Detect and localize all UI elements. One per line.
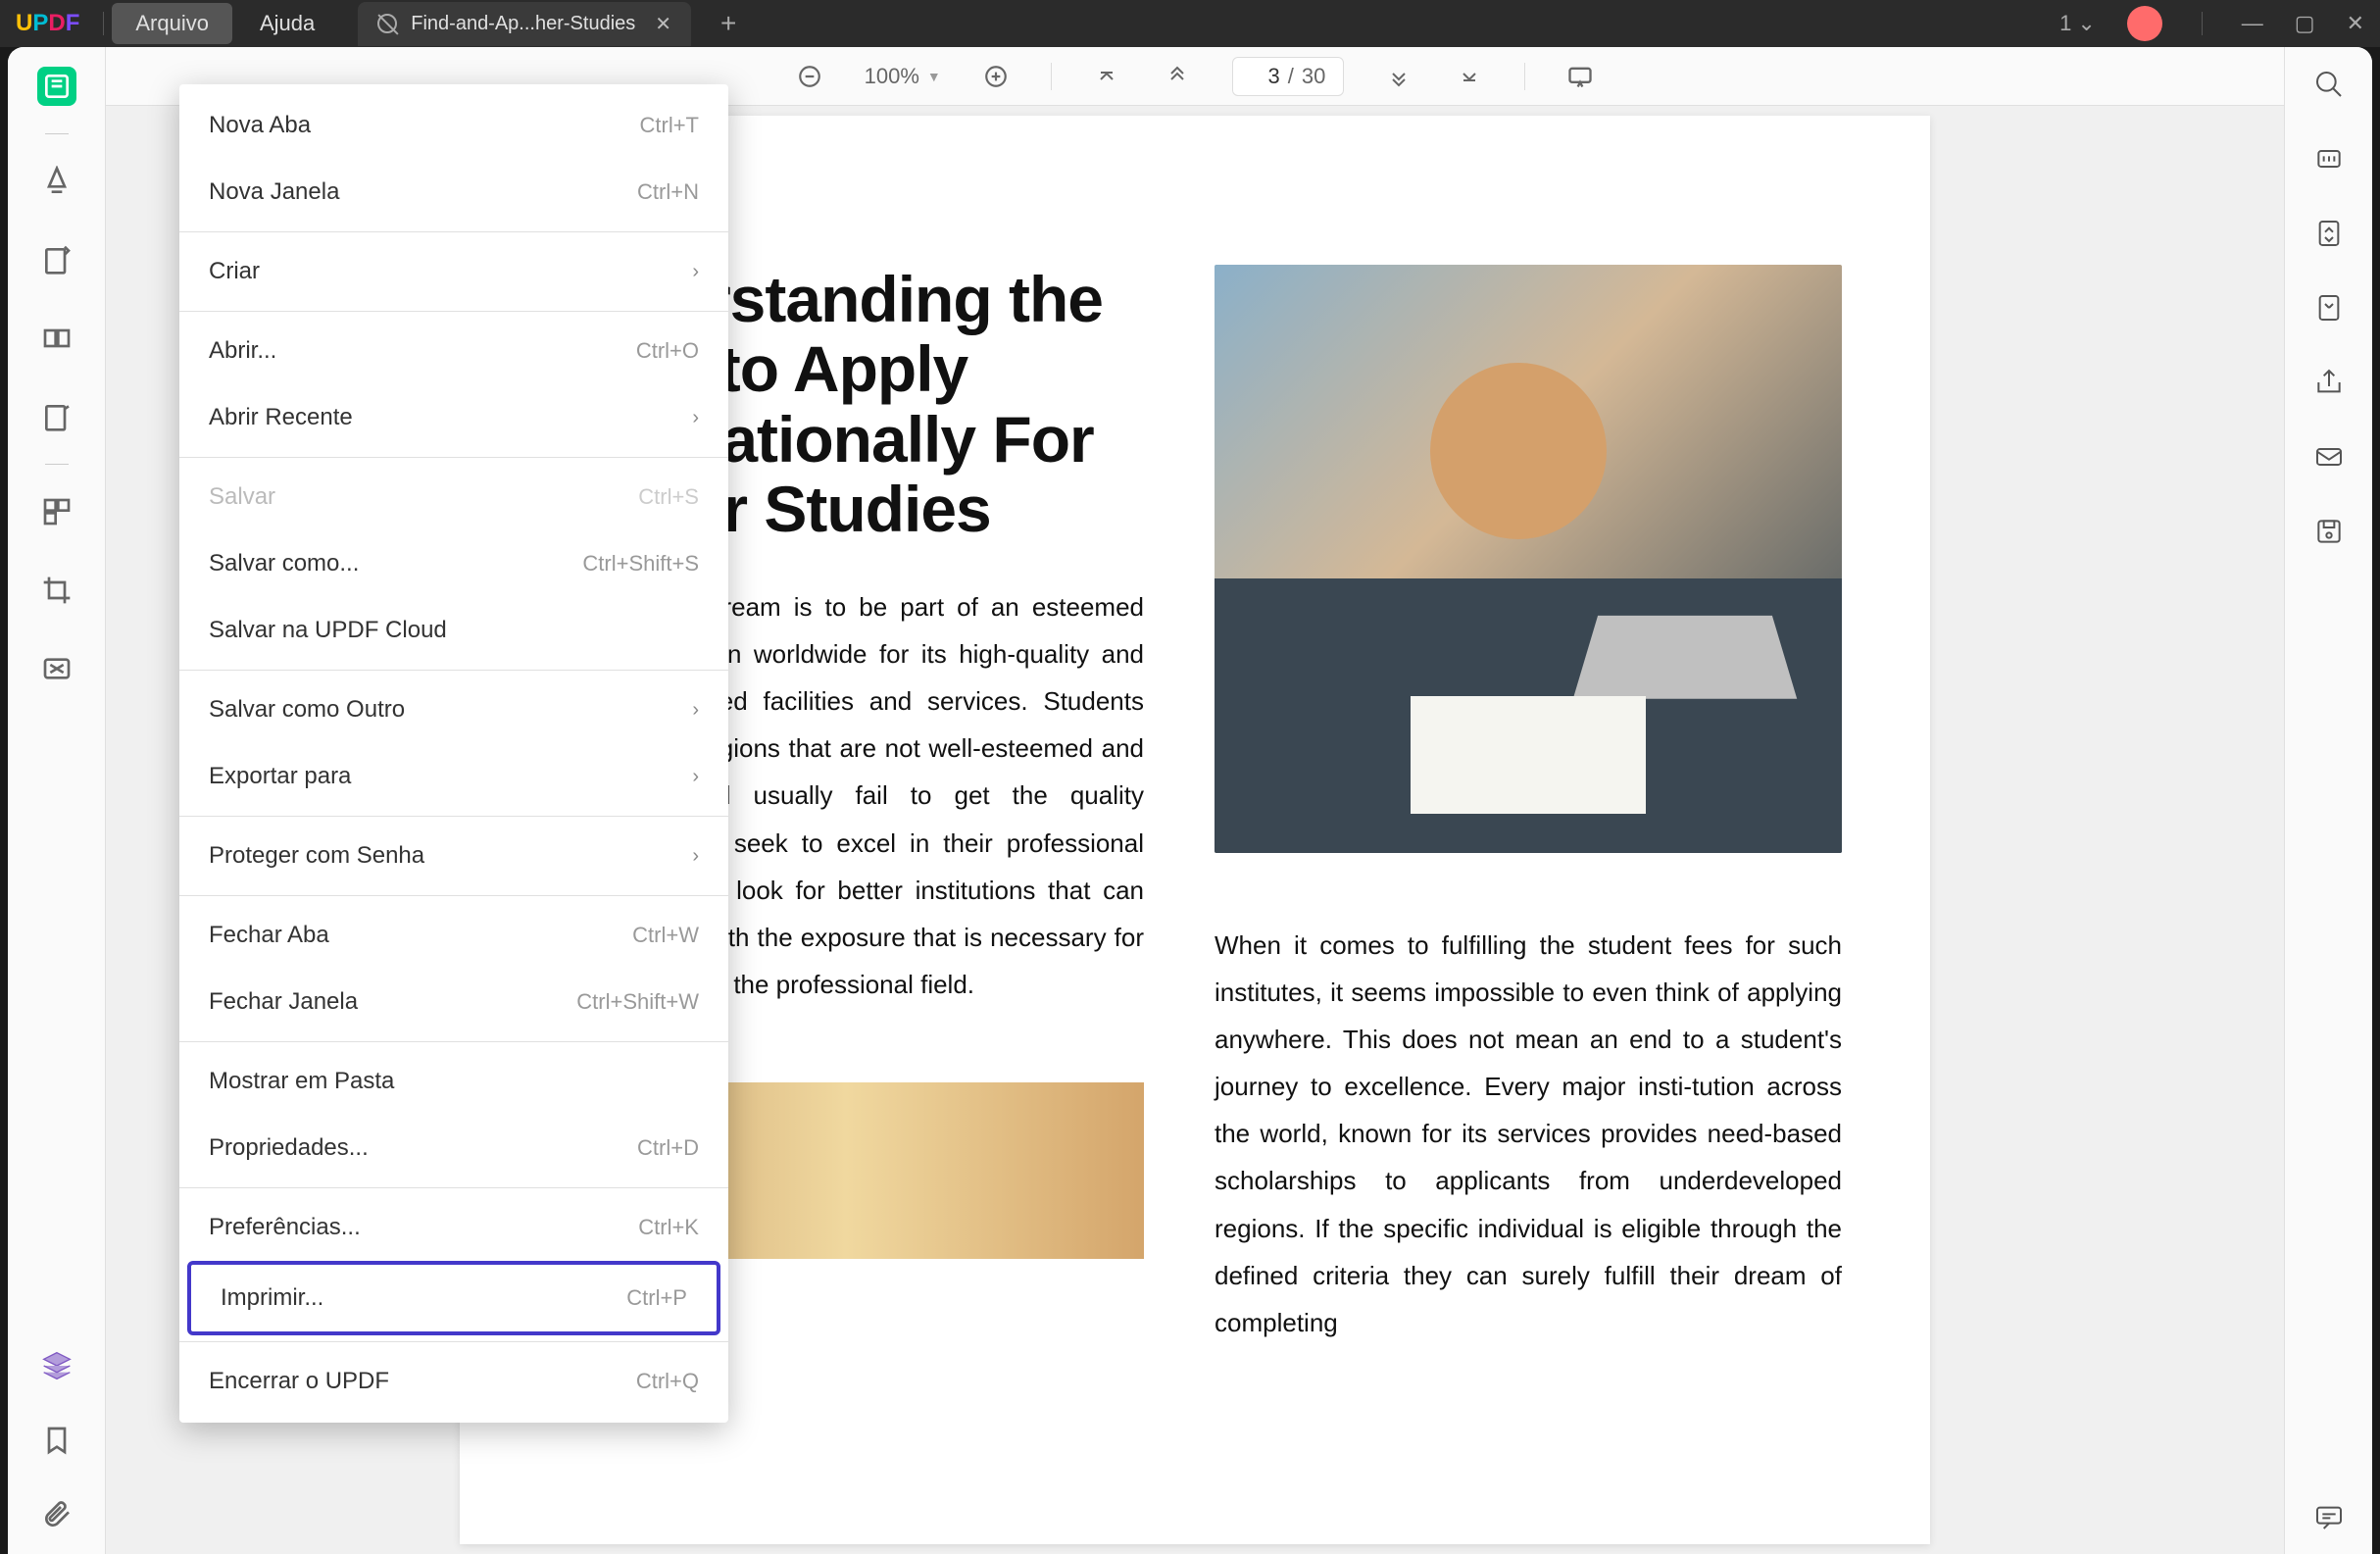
menu-separator (179, 1341, 728, 1342)
menu-create[interactable]: Criar› (179, 238, 728, 305)
redact-tool-icon[interactable] (37, 649, 76, 688)
search-icon[interactable] (2311, 67, 2347, 102)
zoom-in-button[interactable] (980, 61, 1012, 92)
menu-export[interactable]: Exportar para› (179, 743, 728, 810)
zoom-level[interactable]: 100% ▼ (865, 64, 941, 89)
menu-separator (179, 670, 728, 671)
prev-page-button[interactable] (1162, 61, 1193, 92)
convert-icon[interactable] (2311, 216, 2347, 251)
right-sidebar (2284, 47, 2372, 1554)
close-tab-icon[interactable]: ✕ (655, 12, 671, 36)
chevron-right-icon: › (692, 845, 699, 868)
menu-save-cloud[interactable]: Salvar na UPDF Cloud (179, 597, 728, 664)
total-pages: 30 (1302, 64, 1325, 89)
window-controls: 1 ⌄ — ▢ ✕ (2059, 6, 2364, 41)
user-avatar[interactable] (2127, 6, 2162, 41)
presentation-button[interactable] (1564, 61, 1596, 92)
menu-open-recent[interactable]: Abrir Recente› (179, 384, 728, 451)
add-tab-button[interactable]: + (720, 8, 736, 39)
menu-print[interactable]: Imprimir...Ctrl+P (191, 1265, 717, 1331)
next-page-button[interactable] (1383, 61, 1414, 92)
page-tool-icon[interactable] (37, 319, 76, 358)
menubar: Arquivo Ajuda (112, 3, 338, 44)
last-page-button[interactable] (1454, 61, 1485, 92)
chevron-right-icon: › (692, 407, 699, 429)
compress-icon[interactable] (2311, 290, 2347, 326)
file-type-icon (377, 14, 397, 33)
menu-quit[interactable]: Encerrar o UPDFCtrl+Q (179, 1348, 728, 1415)
chevron-down-icon: ⌄ (2077, 11, 2095, 36)
titlebar: UPDF Arquivo Ajuda Find-and-Ap...her-Stu… (0, 0, 2380, 47)
layers-icon[interactable] (37, 1346, 76, 1385)
tabs-container: Find-and-Ap...her-Studies ✕ + (358, 2, 736, 46)
divider (103, 12, 104, 35)
main-area: 100% ▼ / 30 01 Understanding the (8, 47, 2372, 1554)
highlight-tool-icon[interactable] (37, 162, 76, 201)
comments-icon[interactable] (2311, 1499, 2347, 1534)
page-number-input[interactable]: / 30 (1232, 57, 1345, 96)
menu-protect[interactable]: Proteger com Senha› (179, 823, 728, 889)
zoom-out-button[interactable] (794, 61, 825, 92)
organize-tool-icon[interactable] (37, 492, 76, 531)
menu-show-folder[interactable]: Mostrar em Pasta (179, 1048, 728, 1115)
chevron-down-icon: ▼ (927, 69, 941, 84)
save-action-icon[interactable] (2311, 514, 2347, 549)
menu-separator (179, 457, 728, 458)
left-sidebar (8, 47, 106, 1554)
menu-open[interactable]: Abrir...Ctrl+O (179, 318, 728, 384)
form-tool-icon[interactable] (37, 397, 76, 436)
chevron-right-icon: › (692, 699, 699, 722)
divider (1051, 63, 1052, 90)
menu-new-window[interactable]: Nova JanelaCtrl+N (179, 159, 728, 226)
divider (45, 133, 69, 134)
file-menu-dropdown: Nova AbaCtrl+T Nova JanelaCtrl+N Criar› … (179, 84, 728, 1423)
menu-separator (179, 311, 728, 312)
menu-save-other[interactable]: Salvar como Outro› (179, 677, 728, 743)
chevron-right-icon: › (692, 766, 699, 788)
first-page-button[interactable] (1091, 61, 1122, 92)
menu-close-tab[interactable]: Fechar AbaCtrl+W (179, 902, 728, 969)
menu-close-window[interactable]: Fechar JanelaCtrl+Shift+W (179, 969, 728, 1035)
menu-new-tab[interactable]: Nova AbaCtrl+T (179, 92, 728, 159)
menu-separator (179, 1041, 728, 1042)
bookmark-icon[interactable] (37, 1421, 76, 1460)
menu-properties[interactable]: Propriedades...Ctrl+D (179, 1115, 728, 1181)
doc-image-main (1215, 265, 1842, 853)
email-icon[interactable] (2311, 439, 2347, 475)
minimize-button[interactable]: — (2242, 11, 2263, 36)
app-logo: UPDF (16, 10, 79, 37)
edit-tool-icon[interactable] (37, 240, 76, 279)
close-button[interactable]: ✕ (2347, 11, 2364, 36)
window-count[interactable]: 1 ⌄ (2059, 11, 2096, 36)
share-icon[interactable] (2311, 365, 2347, 400)
menu-save: SalvarCtrl+S (179, 464, 728, 530)
divider (2202, 12, 2203, 35)
maximize-button[interactable]: ▢ (2295, 11, 2315, 36)
menu-separator (179, 816, 728, 817)
reader-tool-icon[interactable] (37, 67, 76, 106)
menu-save-as[interactable]: Salvar como...Ctrl+Shift+S (179, 530, 728, 597)
divider (1524, 63, 1525, 90)
menu-separator (179, 231, 728, 232)
crop-tool-icon[interactable] (37, 571, 76, 610)
current-page-field[interactable] (1251, 64, 1280, 89)
tab-title: Find-and-Ap...her-Studies (411, 13, 635, 35)
menu-file[interactable]: Arquivo (112, 3, 232, 44)
attachment-icon[interactable] (37, 1495, 76, 1534)
chevron-right-icon: › (692, 261, 699, 283)
menu-preferences[interactable]: Preferências...Ctrl+K (179, 1194, 728, 1261)
menu-separator (179, 1187, 728, 1188)
ocr-icon[interactable] (2311, 141, 2347, 176)
doc-body-right: When it comes to fulfilling the student … (1215, 922, 1842, 1346)
document-tab[interactable]: Find-and-Ap...her-Studies ✕ (358, 2, 691, 46)
divider (45, 464, 69, 465)
menu-separator (179, 895, 728, 896)
menu-help[interactable]: Ajuda (236, 3, 338, 44)
